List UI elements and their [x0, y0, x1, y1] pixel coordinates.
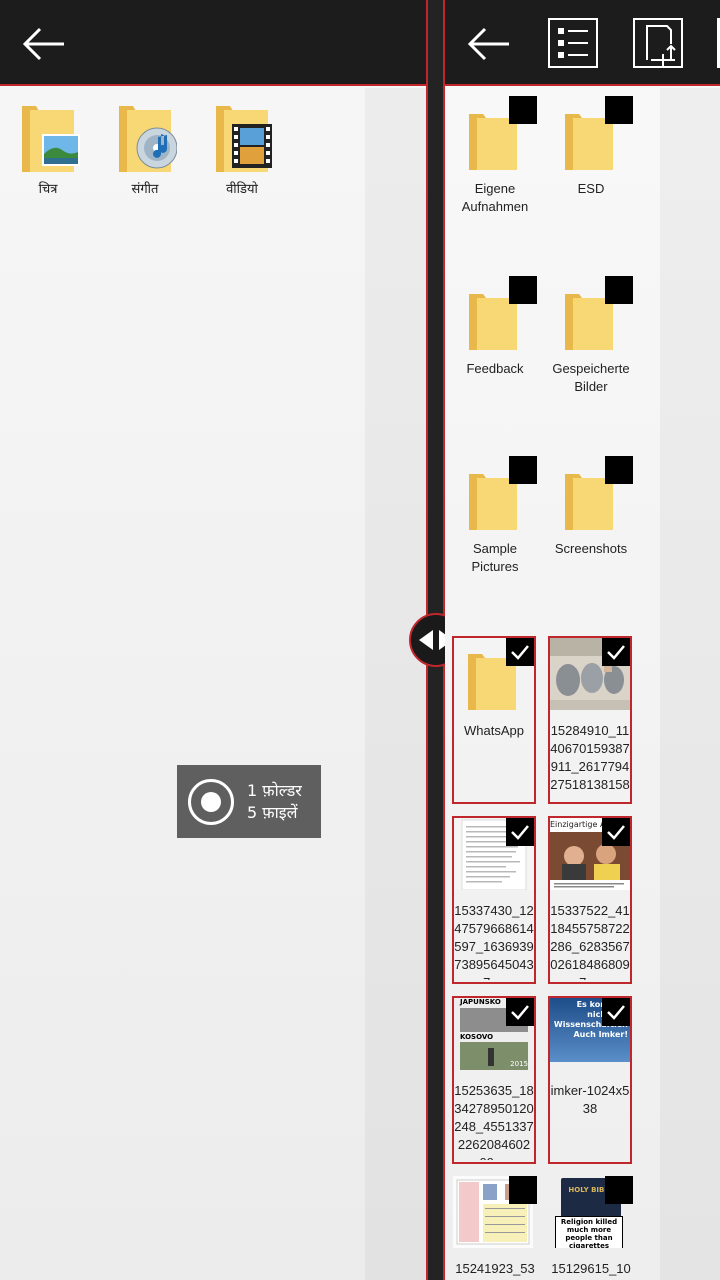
checkmark-icon	[607, 825, 625, 840]
selection-checkbox[interactable]	[605, 1176, 633, 1204]
selected-files-count: 5 फ़ाइलें	[247, 802, 298, 822]
selection-checkbox-checked[interactable]	[506, 638, 534, 666]
folder-label: Sample Pictures	[471, 541, 519, 574]
image-label: 15253635_1834278950120248_45513372262084…	[454, 1083, 534, 1160]
thumbnail-caption: Religion killed much more people than ci…	[555, 1216, 623, 1248]
library-music[interactable]: संगीत	[105, 104, 185, 197]
selection-checkbox[interactable]	[509, 456, 537, 484]
music-folder-icon	[113, 104, 178, 174]
back-arrow-icon	[467, 27, 509, 61]
folder-tile[interactable]: ESD	[549, 96, 633, 264]
image-tile-selected[interactable]: JAPUNSKO KOSOVO 2015 15253635_1834278950…	[452, 996, 536, 1164]
back-arrow-icon	[22, 27, 64, 61]
left-pane: चित्र संगीत वीडियो 1 फ़ोल्डर 5 फ़ाइलें	[0, 0, 426, 1280]
selection-checkbox[interactable]	[605, 96, 633, 124]
folder-label: ESD	[577, 181, 605, 196]
right-top-bar	[445, 0, 720, 86]
selection-checkbox[interactable]	[509, 276, 537, 304]
library-pictures-label: चित्र	[38, 182, 58, 197]
selection-summary-badge[interactable]: 1 फ़ोल्डर 5 फ़ाइलें	[177, 765, 321, 838]
folder-tile[interactable]: Sample Pictures	[453, 456, 537, 624]
selection-checkbox[interactable]	[509, 96, 537, 124]
folder-label: Eigene Aufnahmen	[461, 181, 529, 214]
selected-folders-count: 1 फ़ोल्डर	[247, 780, 302, 800]
image-tile[interactable]: 15241923_53	[453, 1176, 537, 1280]
image-tile-selected[interactable]: Es kommen nicht nur Wissenschaftler. Auc…	[548, 996, 632, 1164]
selection-checkbox[interactable]	[605, 456, 633, 484]
folder-tile[interactable]: Feedback	[453, 276, 537, 444]
image-tile[interactable]: HOLY BIBLE Religion killed much more peo…	[549, 1176, 633, 1280]
selection-checkbox[interactable]	[509, 1176, 537, 1204]
right-pane-scroll-shade	[660, 88, 720, 1280]
right-back-button[interactable]	[467, 26, 511, 62]
thumbnail-year: 2015	[510, 1060, 528, 1068]
new-file-icon	[646, 25, 676, 66]
selection-radio-icon	[188, 778, 234, 825]
list-view-icon	[558, 28, 588, 58]
thumbnail-caption-middle: KOSOVO	[460, 1033, 494, 1041]
pictures-folder-icon	[16, 104, 80, 174]
folder-tile[interactable]: Gespeicherte Bilder	[549, 276, 633, 444]
folder-label: Screenshots	[554, 541, 628, 556]
right-pane: Eigene Aufnahmen ESD Feedback Gespeicher…	[445, 0, 720, 1280]
selection-checkbox[interactable]	[605, 276, 633, 304]
library-music-label: संगीत	[131, 182, 159, 197]
image-tile-selected[interactable]: Einzigartige Aufn 15337522_4118455758722…	[548, 816, 632, 984]
checkmark-icon	[607, 1005, 625, 1020]
folder-tile-selected[interactable]: WhatsApp	[452, 636, 536, 804]
selection-checkbox-checked[interactable]	[506, 998, 534, 1026]
image-label: 15284910_1140670159387911_26177942751813…	[550, 723, 630, 800]
folder-label: Feedback	[466, 361, 524, 376]
library-pictures[interactable]: चित्र	[8, 104, 88, 197]
checkmark-icon	[511, 1005, 529, 1020]
folder-tile[interactable]: Screenshots	[549, 456, 633, 624]
left-top-bar	[0, 0, 426, 86]
library-videos-label: वीडियो	[226, 182, 258, 197]
image-label: 15129615_10	[551, 1261, 631, 1276]
new-item-button[interactable]	[633, 18, 683, 68]
thumbnail-caption-top: JAPUNSKO	[460, 998, 501, 1006]
videos-folder-icon	[210, 104, 274, 174]
checkmark-icon	[511, 645, 529, 660]
selection-checkbox-checked[interactable]	[506, 818, 534, 846]
image-label: 15337522_4118455758722286_62835670261848…	[550, 903, 630, 980]
image-label: 15337430_1247579668614597_16369397389564…	[454, 903, 534, 980]
left-pane-scroll-shade	[365, 88, 426, 1280]
image-tile-selected[interactable]: 15337430_1247579668614597_16369397389564…	[452, 816, 536, 984]
image-tile-selected[interactable]: 15284910_1140670159387911_26177942751813…	[548, 636, 632, 804]
folder-label: WhatsApp	[464, 723, 524, 738]
folder-label: Gespeicherte Bilder	[552, 361, 630, 394]
checkmark-icon	[607, 645, 625, 660]
view-mode-button[interactable]	[548, 18, 598, 68]
image-label: imker-1024x538	[550, 1083, 630, 1116]
selection-checkbox-checked[interactable]	[602, 818, 630, 846]
library-videos[interactable]: वीडियो	[202, 104, 282, 197]
selection-checkbox-checked[interactable]	[602, 638, 630, 666]
left-back-button[interactable]	[22, 26, 66, 62]
selection-checkbox-checked[interactable]	[602, 998, 630, 1026]
image-label: 15241923_53	[455, 1261, 535, 1276]
checkmark-icon	[511, 825, 529, 840]
folder-tile[interactable]: Eigene Aufnahmen	[453, 96, 537, 264]
